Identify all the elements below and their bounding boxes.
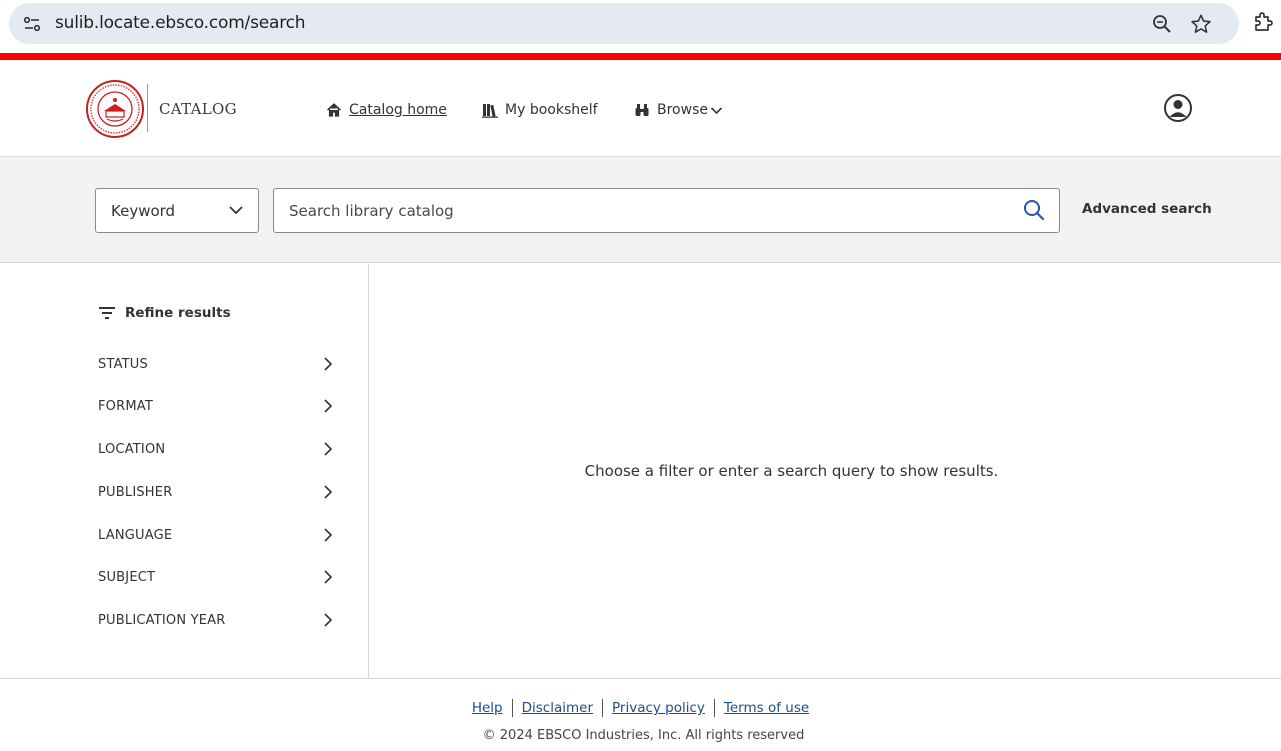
address-bar[interactable]: sulib.locate.ebsco.com/search [9, 3, 1239, 44]
nav-my-bookshelf[interactable]: My bookshelf [482, 100, 598, 120]
facet-publication-year[interactable]: PUBLICATION YEAR [98, 608, 338, 632]
filter-icon [99, 307, 115, 319]
nav-catalog-home-label: Catalog home [349, 102, 447, 118]
chevron-right-icon [324, 613, 333, 627]
facet-label: STATUS [98, 356, 148, 372]
logo-divider [147, 84, 148, 132]
chevron-down-icon [229, 206, 243, 215]
facet-status[interactable]: STATUS [98, 352, 338, 376]
copyright-text: © 2024 EBSCO Industries, Inc. All rights… [482, 728, 805, 743]
search-icon[interactable] [1022, 198, 1046, 222]
extensions-icon[interactable] [1252, 10, 1276, 34]
brand-stripe [0, 53, 1281, 60]
footer-link-terms-of-use[interactable]: Terms of use [715, 699, 818, 717]
refine-panel: Refine results STATUS FORMAT LOCATION PU… [0, 264, 369, 678]
facet-format[interactable]: FORMAT [98, 394, 338, 418]
nav-browse-label: Browse [657, 102, 708, 118]
facet-location[interactable]: LOCATION [98, 437, 338, 461]
search-type-value: Keyword [111, 201, 176, 220]
browser-toolbar: sulib.locate.ebsco.com/search [0, 0, 1281, 50]
search-band: Keyword Advanced search [0, 157, 1281, 263]
facet-label: SUBJECT [98, 569, 156, 585]
chevron-right-icon [324, 357, 333, 371]
footer-link-privacy-policy[interactable]: Privacy policy [603, 699, 715, 717]
catalog-label: CATALOG [159, 100, 237, 118]
results-area: Choose a filter or enter a search query … [370, 264, 1281, 678]
chevron-down-icon [710, 104, 723, 117]
nav-browse-dropdown[interactable]: Browse [634, 100, 723, 120]
books-icon [482, 102, 498, 118]
chevron-right-icon [324, 528, 333, 542]
chevron-right-icon [324, 399, 333, 413]
chevron-right-icon [324, 570, 333, 584]
chevron-right-icon [324, 442, 333, 456]
facet-label: LOCATION [98, 441, 166, 457]
site-info-icon[interactable] [19, 11, 45, 37]
zoom-icon[interactable] [1150, 12, 1174, 36]
facet-language[interactable]: LANGUAGE [98, 523, 338, 547]
university-seal-logo[interactable] [86, 80, 144, 138]
facet-publisher[interactable]: PUBLISHER [98, 480, 338, 504]
footer-link-help[interactable]: Help [463, 699, 513, 717]
chevron-right-icon [324, 485, 333, 499]
footer: Help Disclaimer Privacy policy Terms of … [0, 678, 1281, 751]
refine-results-heading: Refine results [98, 304, 231, 322]
nav-my-bookshelf-label: My bookshelf [505, 102, 598, 118]
search-input[interactable] [273, 188, 1060, 233]
url-text[interactable]: sulib.locate.ebsco.com/search [55, 13, 306, 33]
search-type-select[interactable]: Keyword [95, 188, 259, 233]
binoculars-icon [634, 102, 650, 118]
user-account-icon[interactable] [1163, 93, 1193, 123]
site-header: CATALOG Catalog home My bookshelf Browse [0, 60, 1281, 157]
facet-label: FORMAT [98, 398, 153, 414]
advanced-search-link[interactable]: Advanced search [1082, 201, 1212, 217]
facet-subject[interactable]: SUBJECT [98, 565, 338, 589]
facet-label: PUBLISHER [98, 484, 173, 500]
refine-results-label: Refine results [125, 305, 231, 321]
bookmark-star-icon[interactable] [1189, 12, 1213, 36]
nav-catalog-home[interactable]: Catalog home [326, 100, 447, 120]
empty-results-message: Choose a filter or enter a search query … [584, 462, 999, 480]
home-icon [326, 102, 342, 118]
facet-label: PUBLICATION YEAR [98, 612, 226, 628]
footer-link-disclaimer[interactable]: Disclaimer [513, 699, 603, 717]
footer-links: Help Disclaimer Privacy policy Terms of … [0, 699, 1281, 717]
facet-label: LANGUAGE [98, 527, 173, 543]
